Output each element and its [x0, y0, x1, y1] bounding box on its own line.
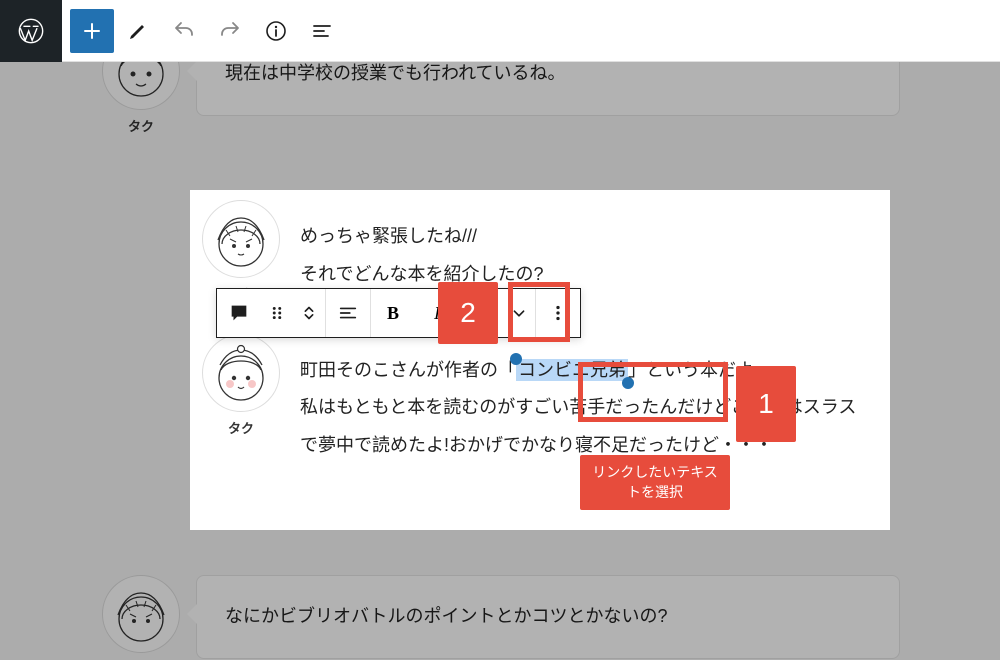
speech-icon — [228, 302, 250, 324]
bubble-line: なにかビブリオバトルのポイントとかコツとかないの? — [225, 598, 871, 636]
info-icon — [264, 19, 288, 43]
avatar-name: タク — [228, 418, 254, 437]
chat-bubble[interactable]: なにかビブリオバトルのポイントとかコツとかないの? — [196, 575, 900, 659]
text-pre: 町田そのこさんが作者の「 — [300, 360, 516, 380]
callout-number-1: 1 — [736, 366, 796, 442]
chevron-updown-icon — [298, 302, 320, 324]
avatar-name: タク — [128, 116, 154, 135]
face-icon — [206, 204, 276, 274]
redo-button[interactable] — [208, 9, 252, 53]
plus-icon — [80, 19, 104, 43]
align-button[interactable] — [326, 289, 370, 337]
callout-number-2: 2 — [438, 282, 498, 344]
editor-top-toolbar — [0, 0, 1000, 62]
align-icon — [337, 302, 359, 324]
pencil-icon — [126, 19, 150, 43]
redo-icon — [218, 19, 242, 43]
callout-frame-selection — [578, 362, 728, 422]
add-block-button[interactable] — [70, 9, 114, 53]
instruction-spotlight: オタ めっちゃ緊張したね/// それでどんな本を紹介したの? — [190, 190, 890, 530]
callout-text-1: リンクしたいテキストを選択 — [580, 455, 730, 510]
avatar — [102, 575, 180, 653]
undo-button[interactable] — [162, 9, 206, 53]
outline-button[interactable] — [300, 9, 344, 53]
drag-icon — [266, 302, 288, 324]
bubble-line: めっちゃ緊張したね/// — [300, 218, 880, 256]
wordpress-logo[interactable] — [0, 0, 62, 62]
drag-handle[interactable] — [261, 289, 293, 337]
selection-handle-left[interactable] — [510, 353, 522, 365]
face-icon — [106, 579, 176, 649]
chat-row-bottom: なにかビブリオバトルのポイントとかコツとかないの? — [100, 575, 900, 659]
wordpress-icon — [17, 17, 45, 45]
list-icon — [310, 19, 334, 43]
edit-mode-button[interactable] — [116, 9, 160, 53]
avatar — [202, 334, 280, 412]
avatar — [202, 200, 280, 278]
move-updown-button[interactable] — [293, 289, 325, 337]
face-icon — [206, 338, 276, 408]
block-type-button[interactable] — [217, 289, 261, 337]
undo-icon — [172, 19, 196, 43]
info-button[interactable] — [254, 9, 298, 53]
callout-frame-link — [508, 282, 570, 342]
bold-button[interactable]: B — [371, 289, 415, 337]
